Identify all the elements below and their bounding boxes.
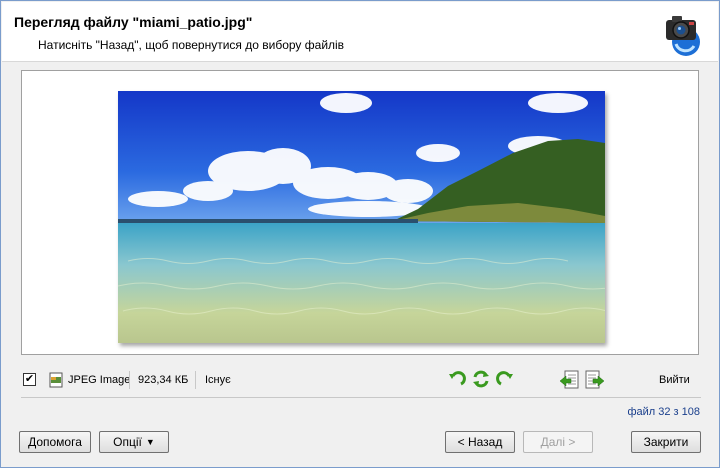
exit-preview-link[interactable]: Вийти [659, 374, 690, 386]
jpeg-file-icon [48, 372, 64, 388]
page-subtitle: Натисніть "Назад", щоб повернутися до ви… [38, 38, 345, 52]
file-counter: файл 32 з 108 [627, 406, 700, 418]
wizard-window: Перегляд файлу "miami_patio.jpg" Натисні… [0, 0, 720, 468]
file-info-bar: ✔ JPEG Image 923,34 КБ Існує Вийти [21, 369, 701, 391]
page-title: Перегляд файлу "miami_patio.jpg" [14, 14, 253, 30]
rotate-left-icon[interactable] [447, 369, 467, 389]
back-button-label: < Назад [457, 435, 503, 449]
wizard-header: Перегляд файлу "miami_patio.jpg" Натисні… [2, 2, 718, 62]
rotate-right-icon[interactable] [495, 369, 515, 389]
file-status-label: Існує [205, 374, 231, 386]
help-button[interactable]: Допомога [19, 431, 91, 453]
preview-image [118, 91, 605, 343]
chevron-down-icon: ▼ [145, 437, 155, 447]
image-preview-panel [21, 70, 699, 355]
options-button[interactable]: Опції ▼ [99, 431, 169, 453]
back-button[interactable]: < Назад [445, 431, 515, 453]
flip-icon[interactable] [471, 369, 491, 389]
next-file-icon[interactable] [583, 369, 605, 391]
camera-recovery-icon [658, 10, 706, 58]
divider [21, 397, 701, 398]
help-button-label: Допомога [28, 435, 82, 449]
close-button-label: Закрити [643, 435, 689, 449]
next-button-label: Далі > [540, 435, 576, 449]
file-type-label: JPEG Image [68, 374, 131, 386]
next-button[interactable]: Далі > [523, 431, 593, 453]
options-button-label: Опції [113, 435, 142, 449]
previous-file-icon[interactable] [559, 369, 581, 391]
file-select-checkbox[interactable]: ✔ [23, 373, 36, 386]
file-size-label: 923,34 КБ [138, 374, 189, 386]
separator [129, 371, 130, 389]
separator [195, 371, 196, 389]
close-button[interactable]: Закрити [631, 431, 701, 453]
